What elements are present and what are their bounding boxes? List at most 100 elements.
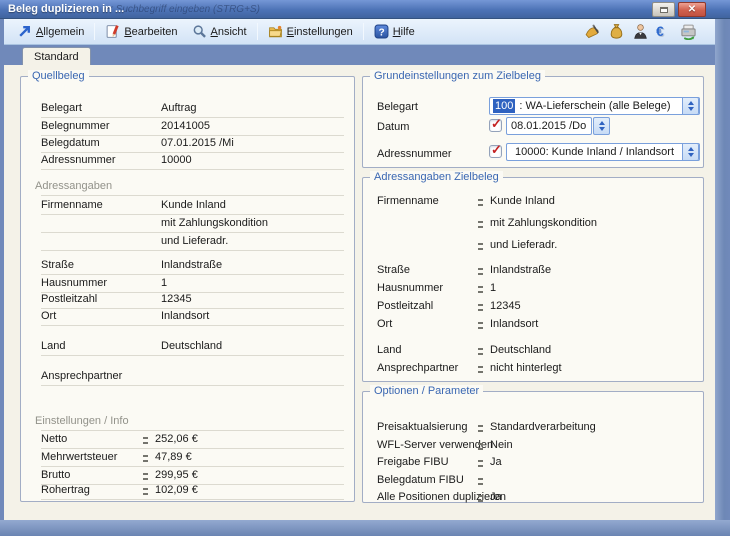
row-z-postleitzahl: Postleitzahl 12345: [363, 299, 703, 315]
menu-separator: [94, 23, 95, 40]
row-land: Land Deutschland: [21, 339, 354, 356]
field-value: und Lieferadr.: [161, 235, 228, 247]
menu-toolbar: Allgemein Bearbeiten Ansicht Einstellung…: [4, 19, 715, 45]
field-value: und Lieferadr.: [490, 239, 557, 251]
field-value: nicht hinterlegt: [490, 362, 562, 374]
selected-code: 100: [493, 99, 515, 113]
tab-standard[interactable]: Standard: [22, 47, 91, 65]
restore-button[interactable]: [652, 2, 675, 17]
field-value: mit Zahlungskondition: [490, 217, 597, 229]
row-z-firmenname-3: und Lieferadr.: [363, 238, 703, 254]
adressnummer-combobox[interactable]: 10000: Kunde Inland / Inlandsort: [506, 143, 700, 161]
section-einstellungen-info: Einstellungen / Info: [21, 414, 354, 431]
field-label: Straße: [41, 259, 74, 271]
menu-label: Ansicht: [211, 26, 247, 38]
field-value: 47,89 €: [155, 451, 192, 463]
field-label: Mehrwertsteuer: [41, 451, 117, 463]
row-freigabe-fibu: Freigabe FIBU Ja: [363, 455, 703, 471]
menu-label: Hilfe: [393, 26, 415, 38]
row-belegdatum: Belegdatum 07.01.2015 /Mi: [21, 136, 354, 153]
field-label: Netto: [41, 433, 67, 445]
row-adressnummer: Adressnummer 10000: [21, 153, 354, 170]
field-value: 12345: [161, 293, 192, 305]
tab-bar: Standard: [4, 45, 715, 65]
field-value: Ja: [490, 491, 502, 503]
field-label: Hausnummer: [41, 277, 107, 289]
field-label: Firmenname: [41, 199, 103, 211]
field-value: 07.01.2015 /Mi: [161, 137, 234, 149]
datum-input[interactable]: 08.01.2015 /Do: [506, 117, 592, 135]
window-title: Beleg duplizieren in ...: [8, 3, 124, 15]
field-value: Inlandstraße: [490, 264, 551, 276]
equals-bullet-icon: [143, 473, 148, 480]
datum-spinner[interactable]: [593, 117, 610, 135]
row-belegnummer: Belegnummer 20141005: [21, 119, 354, 136]
row-strasse: Straße Inlandstraße: [21, 258, 354, 275]
equals-bullet-icon: [478, 460, 483, 467]
menu-label: Bearbeiten: [124, 26, 177, 38]
field-value: Deutschland: [161, 340, 222, 352]
menu-separator: [257, 23, 258, 40]
adressnummer-checkbox[interactable]: [489, 145, 502, 158]
row-ort: Ort Inlandsort: [21, 309, 354, 326]
row-netto: Netto 252,06 €: [21, 432, 354, 449]
group-title: Optionen / Parameter: [370, 385, 483, 397]
restore-icon: [660, 7, 668, 13]
belegart-combobox[interactable]: 100 : WA-Lieferschein (alle Belege): [489, 97, 700, 115]
selected-text: 10000: Kunde Inland / Inlandsort: [507, 146, 699, 158]
toolbar-right-icons: €: [584, 23, 709, 40]
updown-spinner-icon[interactable]: [682, 97, 699, 115]
field-label: Belegnummer: [41, 120, 109, 132]
row-firmenname-2: mit Zahlungskondition: [21, 216, 354, 233]
equals-bullet-icon: [478, 348, 483, 355]
menu-hilfe[interactable]: ? Hilfe: [367, 21, 422, 42]
menu-einstellungen[interactable]: Einstellungen: [261, 21, 360, 42]
equals-bullet-icon: [478, 199, 483, 206]
equals-bullet-icon: [478, 366, 483, 373]
row-postleitzahl: Postleitzahl 12345: [21, 292, 354, 309]
field-value: 20141005: [161, 120, 210, 132]
menu-ansicht[interactable]: Ansicht: [185, 21, 254, 42]
section-label: Adressangaben: [35, 180, 112, 192]
field-label: Postleitzahl: [377, 300, 433, 312]
menu-bearbeiten[interactable]: Bearbeiten: [98, 21, 184, 42]
field-label: WFL-Server verwenden: [377, 439, 493, 451]
background-window-text: er Suchbegriff eingeben (STRG+S): [104, 4, 260, 15]
datum-checkbox[interactable]: [489, 119, 502, 132]
group-title: Grundeinstellungen zum Zielbeleg: [370, 70, 545, 82]
row-z-firmenname: Firmenname Kunde Inland: [363, 194, 703, 210]
help-icon: ?: [374, 24, 389, 39]
euro-currency-icon[interactable]: €: [656, 23, 673, 40]
money-bag-icon[interactable]: [608, 23, 625, 40]
field-label: Freigabe FIBU: [377, 456, 449, 468]
row-mehrwertsteuer: Mehrwertsteuer 47,89 €: [21, 450, 354, 467]
row-z-land: Land Deutschland: [363, 343, 703, 359]
group-title: Adressangaben Zielbeleg: [370, 171, 503, 183]
menu-allgemein[interactable]: Allgemein: [10, 21, 91, 42]
field-value: Standardverarbeitung: [490, 421, 596, 433]
field-value: Auftrag: [161, 102, 196, 114]
field-value: Nein: [490, 439, 513, 451]
menu-label: Allgemein: [36, 26, 84, 38]
equals-bullet-icon: [478, 478, 483, 485]
dialog-content: Quellbeleg Belegart Auftrag Belegnummer …: [4, 65, 715, 520]
salesperson-icon[interactable]: [632, 23, 649, 40]
close-icon: [679, 3, 705, 16]
sign-permission-icon[interactable]: [584, 23, 601, 40]
updown-spinner-icon[interactable]: [682, 143, 699, 161]
equals-bullet-icon: [143, 488, 148, 495]
duplicate-machine-icon[interactable]: [680, 23, 697, 40]
field-label: Rohertrag: [41, 484, 90, 496]
field-value: 252,06 €: [155, 433, 198, 445]
field-label: Preisaktualsierung: [377, 421, 468, 433]
equals-bullet-icon: [478, 425, 483, 432]
field-value: Inlandstraße: [161, 259, 222, 271]
equals-bullet-icon: [478, 286, 483, 293]
close-button[interactable]: [678, 2, 706, 17]
row-hausnummer: Hausnummer 1: [21, 276, 354, 293]
field-label: Brutto: [41, 469, 70, 481]
section-label: Einstellungen / Info: [35, 415, 129, 427]
field-label: Postleitzahl: [41, 293, 97, 305]
equals-bullet-icon: [478, 268, 483, 275]
field-label: Alle Positionen duplizieren: [377, 491, 506, 503]
